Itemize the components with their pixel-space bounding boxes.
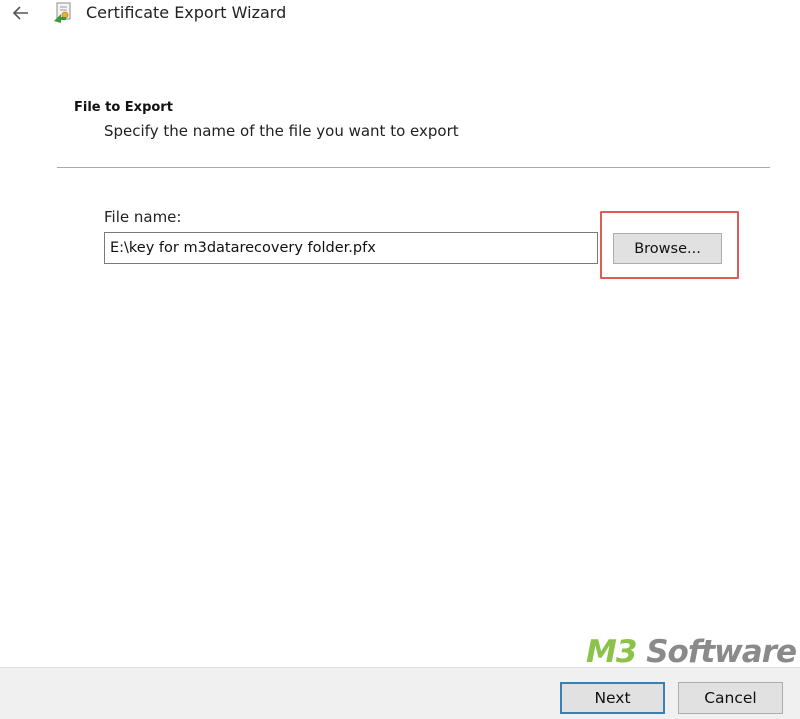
back-arrow-icon [12,6,28,20]
next-button[interactable]: Next [560,682,665,714]
file-name-label: File name: [104,208,182,226]
page-subtitle: Specify the name of the file you want to… [104,122,459,140]
header-divider [57,167,770,168]
file-name-input[interactable] [104,232,598,264]
page-title: File to Export [74,100,173,115]
m3-software-watermark: M3 Software [586,634,797,670]
window-title: Certificate Export Wizard [86,3,287,22]
certificate-wizard-icon [54,2,71,23]
back-button[interactable] [8,0,34,26]
watermark-brand-m3: M3 [586,634,637,670]
browse-button[interactable]: Browse... [613,233,722,264]
cancel-button[interactable]: Cancel [678,682,783,714]
certificate-export-wizard: Certificate Export Wizard File to Export… [0,0,800,719]
watermark-brand-software: Software [636,634,797,670]
